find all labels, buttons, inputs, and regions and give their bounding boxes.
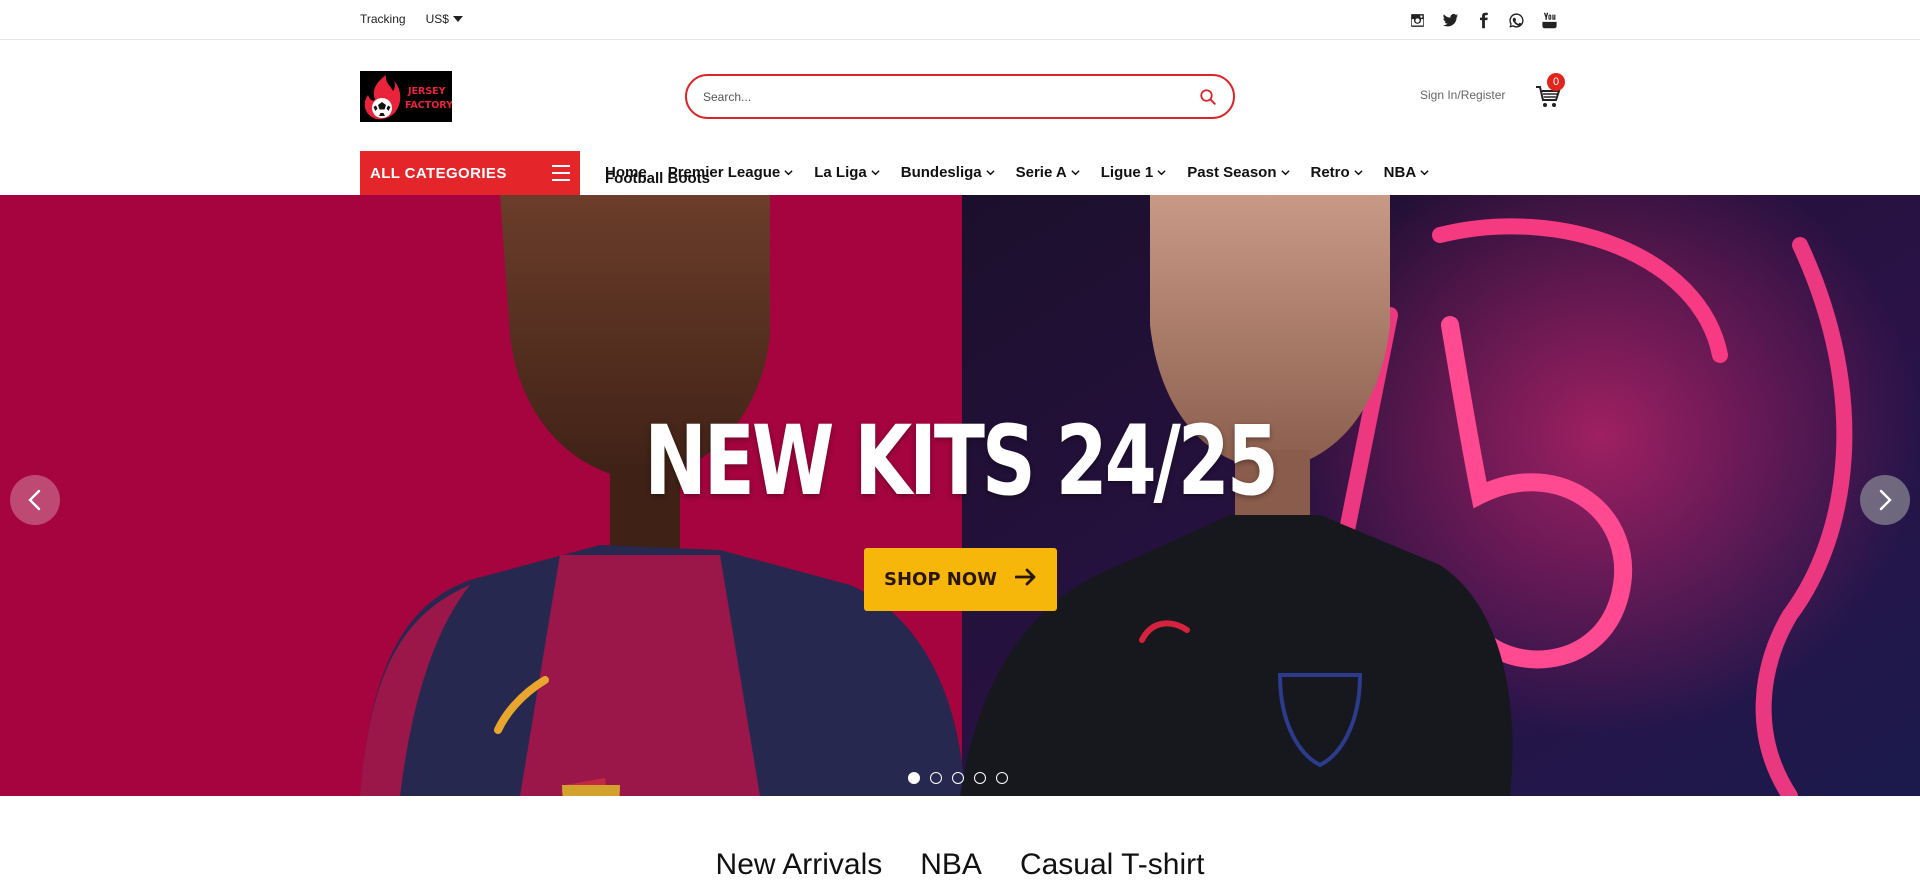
- site-header: JERSEY FACTORY Sign In/Register 0 ALL CA…: [0, 40, 1920, 195]
- site-logo[interactable]: JERSEY FACTORY: [360, 71, 452, 122]
- chevron-down-icon: [1420, 170, 1429, 176]
- nav-item-bundesliga[interactable]: Bundesliga: [901, 164, 995, 181]
- search-box: [685, 74, 1235, 119]
- nav-item-football-boots[interactable]: Football Boots: [605, 170, 710, 187]
- tracking-link[interactable]: Tracking: [360, 12, 406, 26]
- slider-dot[interactable]: [974, 772, 986, 784]
- slider-next-button[interactable]: [1860, 475, 1910, 525]
- chevron-left-icon: [28, 489, 41, 511]
- nav-item-label: Retro: [1310, 164, 1350, 181]
- nav-item-label: La Liga: [814, 164, 867, 181]
- nav-item-la-liga[interactable]: La Liga: [814, 164, 880, 181]
- tab-casual-t-shirt[interactable]: Casual T-shirt: [1020, 848, 1205, 882]
- top-bar-left: Tracking US$: [360, 12, 463, 26]
- shop-now-button[interactable]: SHOP NOW: [864, 548, 1057, 611]
- slider-dot[interactable]: [952, 772, 964, 784]
- nav-item-retro[interactable]: Retro: [1311, 164, 1363, 181]
- main-nav: Home Premier League La Liga Bundesliga Serie…: [605, 164, 1429, 181]
- slider-dot[interactable]: [996, 772, 1008, 784]
- slider-prev-button[interactable]: [10, 475, 60, 525]
- nav-item-label: Ligue 1: [1100, 164, 1154, 181]
- sign-in-register-link[interactable]: Sign In/Register: [1420, 88, 1505, 102]
- whatsapp-icon[interactable]: [1507, 11, 1525, 29]
- logo-text-line1: JERSEY: [407, 86, 446, 97]
- facebook-icon[interactable]: [1474, 11, 1492, 29]
- social-links: [1408, 11, 1558, 29]
- product-tabs: New Arrivals NBA Casual T-shirt: [0, 848, 1920, 882]
- hero-banner: NEW KITS 24/25 SHOP NOW: [0, 195, 1920, 796]
- currency-label: US$: [425, 12, 449, 26]
- nav-item-label: Bundesliga: [900, 164, 982, 181]
- shop-now-label: SHOP NOW: [883, 569, 997, 590]
- nav-item-nba[interactable]: NBA: [1384, 164, 1430, 181]
- chevron-right-icon: [1879, 489, 1892, 511]
- chevron-down-icon: [871, 170, 880, 176]
- nav-item-ligue-1[interactable]: Ligue 1: [1101, 164, 1167, 181]
- twitter-icon[interactable]: [1441, 11, 1459, 29]
- chevron-down-icon: [784, 170, 793, 176]
- chevron-down-icon: [1354, 170, 1363, 176]
- cart-count-badge: 0: [1547, 73, 1565, 91]
- slider-dots: [908, 772, 1008, 784]
- nav-item-label: Serie A: [1015, 164, 1067, 181]
- currency-selector[interactable]: US$: [426, 12, 463, 26]
- tab-nba[interactable]: NBA: [920, 848, 982, 882]
- search-input[interactable]: [703, 89, 1199, 104]
- chevron-down-icon: [986, 170, 995, 176]
- slider-dot[interactable]: [930, 772, 942, 784]
- hamburger-menu-icon: [552, 165, 570, 181]
- arrow-right-icon: [1014, 568, 1037, 591]
- caret-down-icon: [452, 16, 463, 22]
- chevron-down-icon: [1157, 170, 1166, 176]
- instagram-icon[interactable]: [1408, 11, 1426, 29]
- chevron-down-icon: [1071, 170, 1080, 176]
- slider-dot[interactable]: [908, 772, 920, 784]
- tab-new-arrivals[interactable]: New Arrivals: [716, 848, 883, 882]
- logo-text-line2: FACTORY: [405, 100, 452, 111]
- nav-item-label: Past Season: [1187, 164, 1277, 181]
- nav-item-past-season[interactable]: Past Season: [1187, 164, 1290, 181]
- chevron-down-icon: [1280, 170, 1290, 176]
- all-categories-button[interactable]: ALL CATEGORIES: [360, 151, 580, 195]
- hero-title: NEW KITS 24/25: [644, 405, 1279, 517]
- nav-item-label: NBA: [1383, 164, 1417, 181]
- search-icon[interactable]: [1199, 88, 1217, 106]
- all-categories-label: ALL CATEGORIES: [370, 164, 507, 182]
- nav-item-serie-a[interactable]: Serie A: [1016, 164, 1080, 181]
- youtube-icon[interactable]: [1540, 11, 1558, 29]
- top-bar: Tracking US$: [0, 0, 1920, 40]
